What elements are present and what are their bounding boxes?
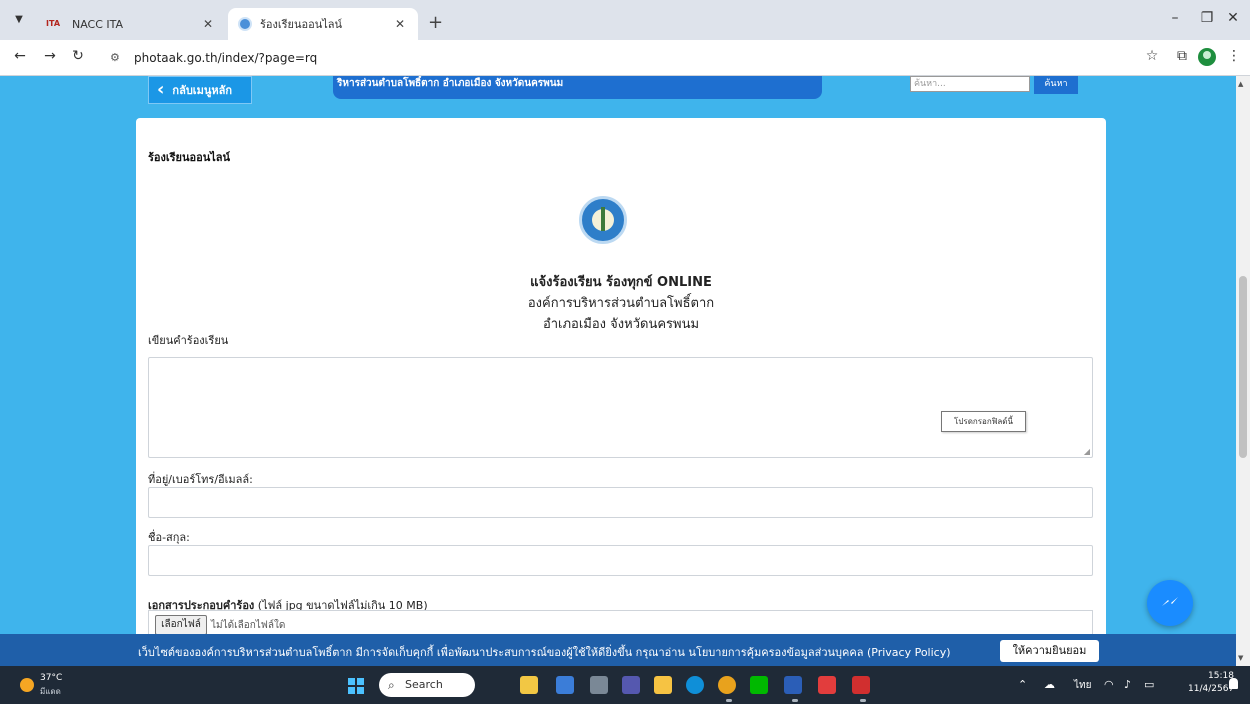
organization-name: องค์การบริหารส่วนตำบลโพธิ์ตาก	[527, 296, 715, 311]
choose-file-button[interactable]: เลือกไฟล์	[155, 615, 207, 634]
tab-nacc-ita[interactable]: ITA NACC ITA ✕	[36, 8, 226, 40]
cookie-text: เว็บไซต์ขององค์การบริหารส่วนตำบลโพธิ์ตาก…	[138, 646, 951, 659]
page-viewport: ‹ กลับเมนูหลัก ริหารส่วนตำบลโพธิ์ตาก อำเ…	[0, 76, 1236, 634]
name-input[interactable]	[148, 545, 1093, 576]
search-icon: ⌕	[388, 678, 395, 692]
ita-icon: ITA	[46, 19, 61, 28]
close-tab-icon[interactable]: ✕	[392, 17, 408, 31]
messenger-chat-button[interactable]	[1147, 580, 1193, 626]
site-settings-icon[interactable]: ⚙	[110, 45, 120, 71]
back-to-menu-label: กลับเมนูหลัก	[172, 84, 232, 97]
weather-condition: มีแดด	[40, 687, 61, 696]
resize-handle-icon[interactable]: ◢	[1084, 447, 1090, 456]
announcement-marquee: ริหารส่วนตำบลโพธิ์ตาก อำเภอเมือง จังหวัด…	[333, 76, 822, 99]
site-icon	[238, 17, 252, 31]
chrome-app-icon[interactable]	[718, 676, 736, 694]
tab-title: ร้องเรียนออนไลน์	[260, 18, 343, 31]
bookmark-star-icon[interactable]: ☆	[1142, 48, 1162, 64]
file-upload-field: เลือกไฟล์ ไม่ได้เลือกไฟล์ใด	[148, 610, 1093, 634]
form-heading: แจ้งร้องเรียน ร้องทุกข์ ONLINE	[530, 275, 712, 290]
scroll-down-icon[interactable]: ▼	[1238, 654, 1243, 662]
battery-icon[interactable]: ▭	[1144, 678, 1154, 691]
taskbar-search[interactable]: ⌕ Search	[379, 673, 475, 697]
complaint-label: เขียนคำร้องเรียน	[148, 334, 229, 347]
scrollbar-thumb[interactable]	[1239, 276, 1247, 458]
teams-app-icon[interactable]	[622, 676, 640, 694]
wifi-icon[interactable]: ◠	[1104, 678, 1114, 691]
running-indicator	[792, 699, 798, 702]
mcafee-app-icon[interactable]	[818, 676, 836, 694]
extensions-icon[interactable]: ⧉	[1172, 48, 1192, 64]
minimize-icon[interactable]: –	[1160, 10, 1190, 26]
acrobat-app-icon[interactable]	[852, 676, 870, 694]
name-label: ชื่อ-สกุล:	[148, 531, 190, 544]
volume-icon[interactable]: ♪	[1124, 678, 1131, 691]
copilot-tray-icon[interactable]: ☁	[1044, 678, 1055, 691]
taskbar-search-label: Search	[405, 678, 443, 691]
tab-title: NACC ITA	[72, 17, 124, 31]
cookie-consent-bar: เว็บไซต์ขององค์การบริหารส่วนตำบลโพธิ์ตาก…	[0, 634, 1236, 666]
site-search-input[interactable]: ค้นหา...	[910, 76, 1030, 92]
organization-location: อำเภอเมือง จังหวัดนครพนม	[542, 317, 700, 332]
new-tab-icon[interactable]: +	[428, 12, 443, 33]
tray-overflow-icon[interactable]: ⌃	[1018, 678, 1027, 691]
line-app-icon[interactable]	[750, 676, 768, 694]
back-to-menu-button[interactable]: ‹ กลับเมนูหลัก	[148, 76, 252, 104]
contact-label: ที่อยู่/เบอร์โทร/อีเมลล์:	[148, 473, 253, 486]
url-text: photaak.go.th/index/?page=rq	[134, 51, 318, 65]
language-indicator[interactable]: ไทย	[1074, 678, 1091, 693]
organization-seal-logo	[579, 196, 627, 244]
address-bar[interactable]: ⚙ photaak.go.th/index/?page=rq	[98, 45, 1138, 71]
profile-avatar-icon[interactable]	[1198, 48, 1216, 66]
close-window-icon[interactable]: ✕	[1218, 10, 1248, 26]
site-search-button[interactable]: ค้นหา	[1034, 76, 1078, 94]
file-status: ไม่ได้เลือกไฟล์ใด	[211, 620, 286, 631]
task-view-app-icon[interactable]	[590, 676, 608, 694]
forward-arrow-icon[interactable]: →	[40, 48, 60, 64]
edge-app-icon[interactable]	[686, 676, 704, 694]
tab-complaint[interactable]: ร้องเรียนออนไลน์ ✕	[228, 8, 418, 40]
more-menu-icon[interactable]: ⋮	[1224, 48, 1244, 64]
back-arrow-icon[interactable]: ←	[10, 48, 30, 64]
messenger-icon	[1162, 597, 1178, 606]
tab-search-icon[interactable]: ▼	[8, 10, 30, 30]
notification-bell-icon[interactable]	[1229, 678, 1238, 689]
widgets-app-icon[interactable]	[520, 676, 538, 694]
browser-toolbar: ← → ↻ ⚙ photaak.go.th/index/?page=rq ☆ ⧉…	[0, 40, 1250, 76]
card-title: ร้องเรียนออนไลน์	[148, 151, 231, 164]
complaint-form-card: ร้องเรียนออนไลน์ แจ้งร้องเรียน ร้องทุกข์…	[136, 118, 1106, 634]
reload-icon[interactable]: ↻	[68, 48, 88, 64]
running-indicator	[726, 699, 732, 702]
word-app-icon[interactable]	[784, 676, 802, 694]
temperature[interactable]: 37°C	[40, 673, 62, 683]
complaint-textarea[interactable]: ◢	[148, 357, 1093, 458]
windows-taskbar: 37°C มีแดด ⌕ Search ⌃ ☁ ไทย ◠ ♪ ▭ 15:18 …	[0, 666, 1250, 704]
page-scrollbar[interactable]: ▲ ▼	[1236, 76, 1250, 666]
browser-tab-strip: ▼ ITA NACC ITA ✕ ร้องเรียนออนไลน์ ✕ + – …	[0, 0, 1250, 40]
scroll-up-icon[interactable]: ▲	[1238, 80, 1243, 88]
windows-start-icon[interactable]	[348, 678, 364, 694]
running-indicator	[860, 699, 866, 702]
cookie-accept-button[interactable]: ให้ความยินยอม	[1000, 640, 1099, 662]
close-tab-icon[interactable]: ✕	[200, 17, 216, 31]
contact-input[interactable]	[148, 487, 1093, 518]
clock-date[interactable]: 11/4/2567	[1188, 684, 1234, 694]
chevron-left-icon: ‹	[157, 79, 165, 100]
sun-icon[interactable]	[20, 678, 34, 692]
validation-tooltip: โปรดกรอกฟิลด์นี้	[941, 411, 1026, 432]
copilot-app-icon[interactable]	[556, 676, 574, 694]
file-explorer-app-icon[interactable]	[654, 676, 672, 694]
seal-tower-icon	[601, 207, 605, 231]
